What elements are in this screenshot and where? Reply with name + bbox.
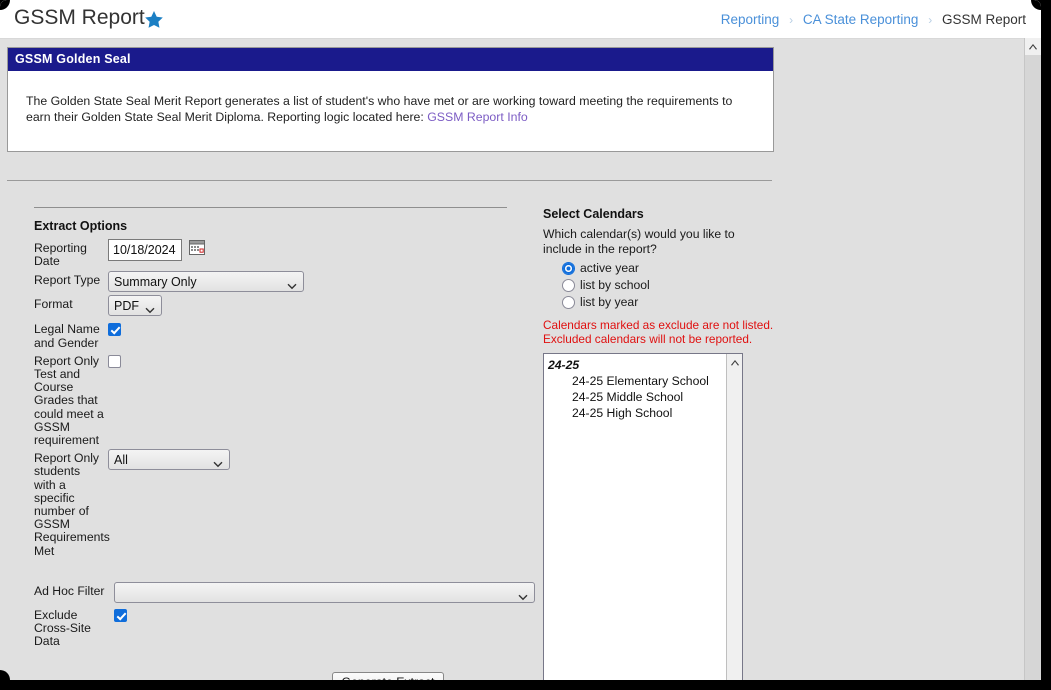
breadcrumb: Reporting › CA State Reporting › GSSM Re… <box>721 12 1026 27</box>
exclude-cross-site-field-wrap <box>110 606 127 622</box>
gssm-report-info-link[interactable]: GSSM Report Info <box>427 110 527 124</box>
action-buttons: Generate Extract Submit to Batch <box>237 672 539 680</box>
format-row: Format PDF <box>34 295 539 317</box>
breadcrumb-item-ca-state-reporting[interactable]: CA State Reporting <box>803 12 919 27</box>
list-item[interactable]: 24-25 Elementary School <box>544 373 742 389</box>
legal-name-gender-field-wrap <box>104 320 121 337</box>
calendar-group-label: 24-25 <box>548 358 580 372</box>
generate-extract-button[interactable]: Generate Extract <box>331 672 445 680</box>
reporting-date-label: Reporting Date <box>34 241 87 269</box>
report-only-students-row: Report Only students with a specific num… <box>34 449 539 558</box>
ad-hoc-filter-select[interactable] <box>114 581 535 603</box>
application-window: GSSM Report Reporting › CA State Reporti… <box>0 0 1041 680</box>
extract-options-heading: Extract Options <box>34 219 128 233</box>
list-item[interactable]: 24-25 High School <box>544 405 742 421</box>
scroll-up-arrow-icon[interactable] <box>727 354 742 370</box>
format-select[interactable]: PDF <box>108 295 162 317</box>
panel-divider <box>7 180 772 181</box>
report-type-row: Report Type Summary Only <box>34 271 539 293</box>
ad-hoc-filter-label: Ad Hoc Filter <box>34 583 105 598</box>
exclude-cross-site-row: Exclude Cross-Site Data <box>34 606 539 649</box>
exclude-cross-site-checkbox[interactable] <box>114 608 127 622</box>
radio-list-by-school-input[interactable] <box>562 278 575 292</box>
extract-options-section: Extract Options Reporting Date 10/18/202… <box>34 207 539 680</box>
ad-hoc-filter-field-wrap <box>110 581 535 603</box>
select-calendars-heading: Select Calendars <box>543 207 644 221</box>
radio-list-by-school[interactable]: list by school <box>562 278 778 292</box>
chevron-right-icon: › <box>789 13 794 27</box>
chevron-right-icon: › <box>928 13 933 27</box>
radio-list-by-school-label: list by school <box>580 278 650 292</box>
report-only-test-course-row: Report Only Test and Course Grades that … <box>34 352 539 447</box>
breadcrumb-item-current: GSSM Report <box>941 12 1026 27</box>
report-type-field-wrap: Summary Only <box>104 271 304 293</box>
ad-hoc-filter-row: Ad Hoc Filter <box>34 581 539 603</box>
reporting-date-field-wrap <box>104 239 206 261</box>
legal-name-gender-row: Legal Name and Gender <box>34 320 539 349</box>
main-content: GSSM Golden Seal The Golden State Seal M… <box>0 39 1024 680</box>
report-only-students-select[interactable]: All <box>108 449 230 471</box>
select-calendars-section: Select Calendars Which calendar(s) would… <box>543 207 778 680</box>
page-title: GSSM Report <box>14 6 145 29</box>
report-only-test-course-checkbox[interactable] <box>108 354 121 368</box>
scroll-up-arrow-icon[interactable] <box>1025 38 1041 55</box>
report-only-test-course-label: Report Only Test and Course Grades that … <box>34 353 104 448</box>
format-field-wrap: PDF <box>104 295 162 317</box>
info-description: The Golden State Seal Merit Report gener… <box>26 94 733 124</box>
radio-list-by-year-label: list by year <box>580 295 639 309</box>
report-only-students-label: Report Only students with a specific num… <box>34 451 110 558</box>
info-panel-body: The Golden State Seal Merit Report gener… <box>8 71 773 151</box>
radio-active-year-label: active year <box>580 261 639 275</box>
radio-list-by-year-input[interactable] <box>562 295 575 309</box>
calendar-listbox[interactable]: 24-25 24-25 Elementary School 24-25 Midd… <box>543 353 743 680</box>
calendar-warning-line2: Excluded calendars will not be reported. <box>543 332 753 346</box>
select-calendars-question: Which calendar(s) would you like to incl… <box>543 227 735 256</box>
info-panel: GSSM Golden Seal The Golden State Seal M… <box>7 47 774 152</box>
calendar-warning-line1: Calendars marked as exclude are not list… <box>543 318 774 332</box>
page-scrollbar[interactable] <box>1024 38 1041 680</box>
breadcrumb-item-reporting[interactable]: Reporting <box>721 12 780 27</box>
format-label: Format <box>34 297 73 312</box>
reporting-date-row: Reporting Date <box>34 239 539 268</box>
radio-active-year-input[interactable] <box>562 261 575 275</box>
calendar-icon[interactable] <box>189 239 206 260</box>
exclude-cross-site-label: Exclude Cross-Site Data <box>34 607 91 649</box>
legal-name-gender-label: Legal Name and Gender <box>34 322 100 350</box>
calendar-warning: Calendars marked as exclude are not list… <box>543 318 778 346</box>
calendar-listbox-inner: 24-25 24-25 Elementary School 24-25 Midd… <box>544 354 742 421</box>
report-only-test-course-field-wrap <box>104 352 121 368</box>
info-panel-title: GSSM Golden Seal <box>8 48 773 71</box>
calendar-list-scrollbar[interactable] <box>726 354 742 680</box>
radio-active-year[interactable]: active year <box>562 261 778 275</box>
radio-list-by-year[interactable]: list by year <box>562 295 778 309</box>
star-icon[interactable] <box>143 9 165 31</box>
legal-name-gender-checkbox[interactable] <box>108 323 121 337</box>
reporting-date-input[interactable] <box>108 239 182 261</box>
page-header: GSSM Report Reporting › CA State Reporti… <box>0 0 1041 39</box>
report-type-label: Report Type <box>34 273 101 288</box>
section-divider <box>34 207 507 208</box>
list-item[interactable]: 24-25 Middle School <box>544 389 742 405</box>
report-type-select[interactable]: Summary Only <box>108 271 304 293</box>
report-only-students-field-wrap: All <box>104 449 230 471</box>
